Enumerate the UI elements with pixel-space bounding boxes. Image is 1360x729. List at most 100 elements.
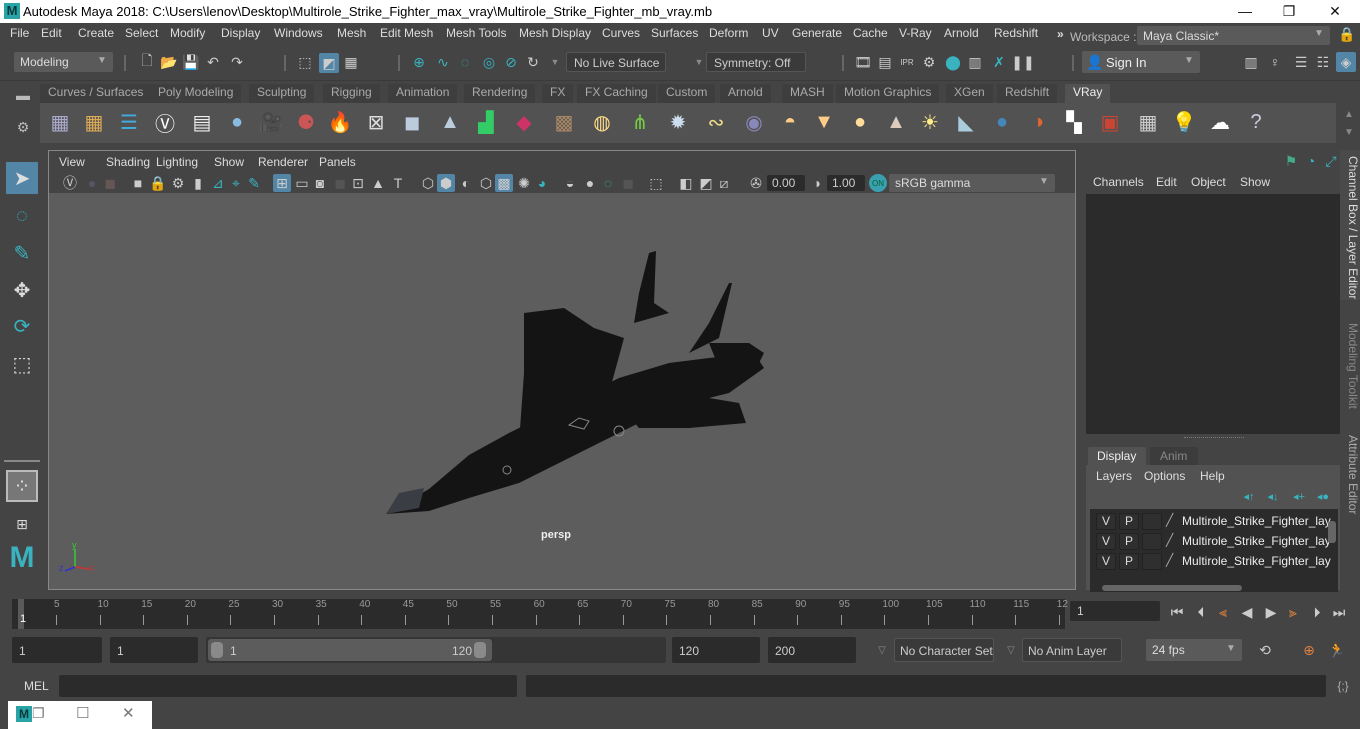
hypershade-icon[interactable]: ⬤	[944, 53, 962, 71]
menu-create[interactable]: Create	[78, 26, 114, 40]
fps-dropdown[interactable]: 24 fps ▼	[1146, 639, 1242, 661]
minimized-window[interactable]: M ❐ ☐ ✕	[8, 701, 152, 729]
vray-frame-buffer-icon[interactable]: ▤	[186, 106, 218, 138]
vray-proxy-icon[interactable]: ⊠	[360, 106, 392, 138]
snap-curve-icon[interactable]: ∿	[434, 53, 452, 71]
redo-icon[interactable]: ↷	[228, 53, 246, 71]
tab-mash[interactable]: MASH	[782, 84, 833, 103]
vray-ies-light-icon[interactable]: ▲	[880, 106, 912, 138]
layer-row[interactable]: V P ╱ Multirole_Strike_Fighter_lay	[1096, 553, 1332, 571]
motion-blur-icon[interactable]: ●	[581, 174, 599, 192]
select-tool-icon[interactable]: ➤	[6, 162, 38, 194]
display-type-toggle[interactable]	[1142, 513, 1162, 530]
maximize-icon[interactable]: ☐	[76, 704, 89, 722]
step-forward-key-icon[interactable]: ⫸	[1284, 603, 1302, 621]
vray-light-icon[interactable]: ▟	[470, 106, 502, 138]
vray-sphere-light-icon[interactable]: ●	[844, 106, 876, 138]
display-type-toggle[interactable]	[1142, 533, 1162, 550]
undo-icon[interactable]: ↶	[204, 53, 222, 71]
vp-menu-view[interactable]: View	[59, 155, 85, 169]
new-scene-icon[interactable]: 🗋	[138, 52, 156, 71]
vray-fire-icon[interactable]: 🔥	[324, 106, 356, 138]
layer-menu-help[interactable]: Help	[1200, 469, 1225, 483]
xray-components-icon[interactable]: ⧄	[715, 174, 733, 192]
cb-menu-object[interactable]: Object	[1191, 175, 1226, 189]
open-scene-icon[interactable]: 📂	[160, 53, 178, 71]
single-perspective-layout-icon[interactable]: ⁘	[6, 470, 38, 502]
current-frame-field[interactable]: 1	[1070, 601, 1160, 621]
tab-sculpting[interactable]: Sculpting	[249, 84, 315, 103]
gate-mask-icon[interactable]: ◼	[331, 174, 349, 192]
vray-material-icon[interactable]: ●	[221, 106, 253, 138]
vray-dome-icon[interactable]: ◉	[738, 106, 770, 138]
range-end-handle[interactable]	[474, 642, 486, 658]
tab-curves-surfaces[interactable]: Curves / Surfaces	[40, 84, 152, 103]
display-type-toggle[interactable]	[1142, 553, 1162, 570]
cb-menu-channels[interactable]: Channels	[1093, 175, 1144, 189]
tab-motion-graphics[interactable]: Motion Graphics	[836, 84, 940, 103]
save-scene-icon[interactable]: 💾	[182, 53, 200, 71]
symmetry-dropdown[interactable]: Symmetry: Off	[706, 52, 806, 72]
mel-label[interactable]: MEL	[24, 679, 49, 693]
cb-menu-edit[interactable]: Edit	[1156, 175, 1177, 189]
snap-surface-icon[interactable]: ↻	[524, 53, 542, 71]
menu-overflow-icon[interactable]: »	[1057, 27, 1064, 41]
vray-box-icon[interactable]: ◼	[396, 106, 428, 138]
workspace-dropdown[interactable]: Maya Classic* ▼	[1137, 26, 1330, 45]
range-bar[interactable]: 1 120	[208, 639, 492, 661]
playback-toggle[interactable]: P	[1119, 513, 1139, 530]
layer-color-swatch[interactable]: ╱	[1166, 513, 1173, 527]
menu-windows[interactable]: Windows	[274, 26, 323, 40]
menu-edit-mesh[interactable]: Edit Mesh	[380, 26, 433, 40]
shelf-settings-gear-icon[interactable]: ⚙	[14, 118, 32, 136]
default-material-icon[interactable]: ◐	[457, 174, 475, 192]
vray-render-icon[interactable]: ▣	[1094, 106, 1126, 138]
layer-color-swatch[interactable]: ╱	[1166, 533, 1173, 547]
field-chart-icon[interactable]: ⊡	[349, 174, 367, 192]
shadows-icon[interactable]: ◕	[533, 174, 551, 192]
menu-surfaces[interactable]: Surfaces	[651, 26, 698, 40]
layer-menu-layers[interactable]: Layers	[1096, 469, 1132, 483]
go-to-start-icon[interactable]: ⏮	[1168, 603, 1186, 621]
tab-channel-box-layer-editor[interactable]: Channel Box / Layer Editor	[1340, 150, 1360, 300]
help-icon[interactable]: ?	[1240, 106, 1272, 138]
vray-blue-sphere-icon[interactable]: ●	[986, 106, 1018, 138]
animation-start-field[interactable]: 1	[12, 637, 102, 663]
gamma-field[interactable]: 1.00	[827, 175, 865, 191]
color-space-dropdown[interactable]: sRGB gamma ▼	[889, 174, 1055, 192]
layer-name[interactable]: Multirole_Strike_Fighter_lay	[1182, 534, 1331, 548]
exposure-field[interactable]: 0.00	[767, 175, 805, 191]
menu-cache[interactable]: Cache	[853, 26, 888, 40]
auto-key-icon[interactable]: ⊕	[1300, 641, 1318, 659]
vray-color-sphere-icon[interactable]: ◑	[1022, 106, 1054, 138]
vray-multi-material-icon[interactable]: ⚈	[290, 106, 322, 138]
tab-poly-modeling[interactable]: Poly Modeling	[150, 84, 242, 103]
2d-pan-zoom-icon[interactable]: ⊿	[209, 174, 227, 192]
close-icon[interactable]: ✕	[122, 704, 135, 722]
tab-xgen[interactable]: XGen	[946, 84, 993, 103]
menuset-dropdown[interactable]: Modeling ▼	[14, 52, 113, 72]
menu-generate[interactable]: Generate	[792, 26, 842, 40]
play-forwards-icon[interactable]: ▶	[1262, 603, 1280, 621]
tab-redshift[interactable]: Redshift	[997, 84, 1058, 103]
color-management-toggle-icon[interactable]: ON	[869, 174, 887, 192]
textured-icon[interactable]: ▩	[495, 174, 513, 192]
bookmark-icon[interactable]: ◼	[101, 174, 119, 192]
vray-sphere-icon[interactable]: ◍	[586, 106, 618, 138]
animation-end-field[interactable]: 200	[768, 637, 856, 663]
channel-box-icon[interactable]: ◈	[1336, 52, 1356, 72]
menu-mesh[interactable]: Mesh	[337, 26, 366, 40]
playback-toggle[interactable]: P	[1119, 553, 1139, 570]
script-editor-icon[interactable]: {;}	[1334, 677, 1352, 695]
vray-rect-light-icon[interactable]: ◓	[774, 106, 806, 138]
lock-camera-icon[interactable]: 🔒	[149, 174, 167, 192]
vray-plane-icon[interactable]: ◣	[950, 106, 982, 138]
go-to-end-icon[interactable]: ⏭	[1330, 603, 1348, 621]
playback-end-field[interactable]: 120	[672, 637, 760, 663]
anim-layer-dropdown[interactable]: No Anim Layer	[1022, 638, 1122, 662]
tab-rendering[interactable]: Rendering	[464, 84, 536, 103]
pause-icon[interactable]: ❚❚	[1011, 53, 1034, 71]
vray-displacement-icon[interactable]: ✹	[662, 106, 694, 138]
tab-fx-caching[interactable]: FX Caching	[577, 84, 656, 103]
render-setup-icon[interactable]: ▥	[966, 53, 984, 71]
